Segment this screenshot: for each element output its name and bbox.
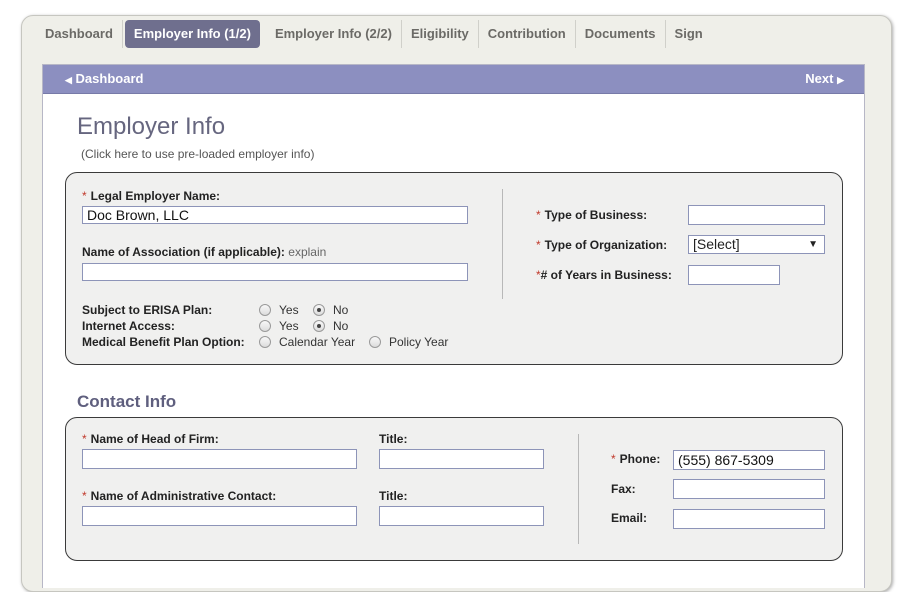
calendar-year-radio[interactable] [259, 336, 271, 348]
years-in-business-label: *# of Years in Business: [536, 268, 672, 282]
right-triangle-icon: ▶ [837, 75, 844, 85]
tab-employer-info-2[interactable]: Employer Info (2/2) [266, 20, 402, 48]
tab-dashboard[interactable]: Dashboard [36, 20, 123, 48]
association-input[interactable] [82, 263, 468, 281]
head-title-input[interactable] [379, 449, 544, 469]
head-of-firm-label: * Name of Head of Firm: [82, 432, 219, 446]
admin-title-label: Title: [379, 489, 408, 503]
association-explain-link[interactable]: explain [288, 245, 326, 259]
preload-employer-link[interactable]: (Click here to use pre-loaded employer i… [81, 147, 314, 161]
head-title-label: Title: [379, 432, 408, 446]
next-link[interactable]: Next ▶ [805, 65, 844, 94]
erisa-yes-label: Yes [279, 303, 299, 317]
back-link-label: Dashboard [75, 71, 144, 86]
admin-contact-input[interactable] [82, 506, 357, 526]
internet-yes-label: Yes [279, 319, 299, 333]
erisa-yes-radio[interactable] [259, 304, 271, 316]
contact-info-heading: Contact Info [77, 392, 177, 411]
required-marker: * [82, 189, 87, 203]
nav-bar: ◀ Dashboard Next ▶ [43, 65, 864, 94]
fax-label: Fax: [611, 482, 636, 496]
erisa-no-radio[interactable] [313, 304, 325, 316]
employer-info-box: *Legal Employer Name: Name of Associatio… [65, 172, 843, 365]
next-link-label: Next [805, 71, 834, 86]
internet-no-radio[interactable] [313, 320, 325, 332]
erisa-no-label: No [333, 303, 349, 317]
admin-title-input[interactable] [379, 506, 544, 526]
policy-year-radio[interactable] [369, 336, 381, 348]
internet-yes-radio[interactable] [259, 320, 271, 332]
phone-label: * Phone: [611, 452, 661, 466]
type-of-organization-value: [Select] [693, 236, 740, 252]
medical-plan-label: Medical Benefit Plan Option: [82, 335, 245, 349]
type-of-business-label: * Type of Business: [536, 208, 648, 222]
tab-sign[interactable]: Sign [666, 20, 712, 48]
type-of-organization-select[interactable]: [Select] ▼ [688, 235, 825, 254]
years-in-business-input[interactable] [688, 265, 780, 285]
email-label: Email: [611, 511, 648, 525]
association-label: Name of Association (if applicable): exp… [82, 245, 327, 259]
legal-employer-name-label: * Legal Employer Name: [82, 189, 221, 203]
tab-eligibility[interactable]: Eligibility [402, 20, 479, 48]
tab-contribution[interactable]: Contribution [479, 20, 576, 48]
phone-input[interactable] [673, 450, 825, 470]
internet-no-label: No [333, 319, 349, 333]
tab-employer-info-1[interactable]: Employer Info (1/2) [124, 20, 260, 48]
policy-year-label: Policy Year [389, 335, 449, 349]
admin-contact-label: * Name of Administrative Contact: [82, 489, 277, 503]
back-dashboard-link[interactable]: ◀ Dashboard [65, 65, 143, 94]
column-divider [502, 189, 503, 299]
tab-bar: Dashboard Employer Info (1/2) Employer I… [36, 20, 712, 48]
left-triangle-icon: ◀ [65, 75, 72, 85]
page-title: Employer Info [77, 113, 226, 140]
type-of-organization-label: * Type of Organization: [536, 238, 668, 252]
contact-column-divider [578, 434, 579, 544]
internet-access-label: Internet Access: [82, 319, 175, 333]
main-panel: ◀ Dashboard Next ▶ Employer Info (Click … [42, 64, 865, 588]
tab-documents[interactable]: Documents [576, 20, 666, 48]
erisa-label: Subject to ERISA Plan: [82, 303, 213, 317]
type-of-business-input[interactable] [688, 205, 825, 225]
fax-input[interactable] [673, 479, 825, 499]
contact-info-box: * Name of Head of Firm: Title: * Name of A… [65, 417, 843, 561]
head-of-firm-input[interactable] [82, 449, 357, 469]
email-input[interactable] [673, 509, 825, 529]
legal-employer-name-input[interactable] [82, 206, 468, 224]
calendar-year-label: Calendar Year [279, 335, 356, 349]
down-triangle-icon: ▼ [808, 239, 818, 250]
